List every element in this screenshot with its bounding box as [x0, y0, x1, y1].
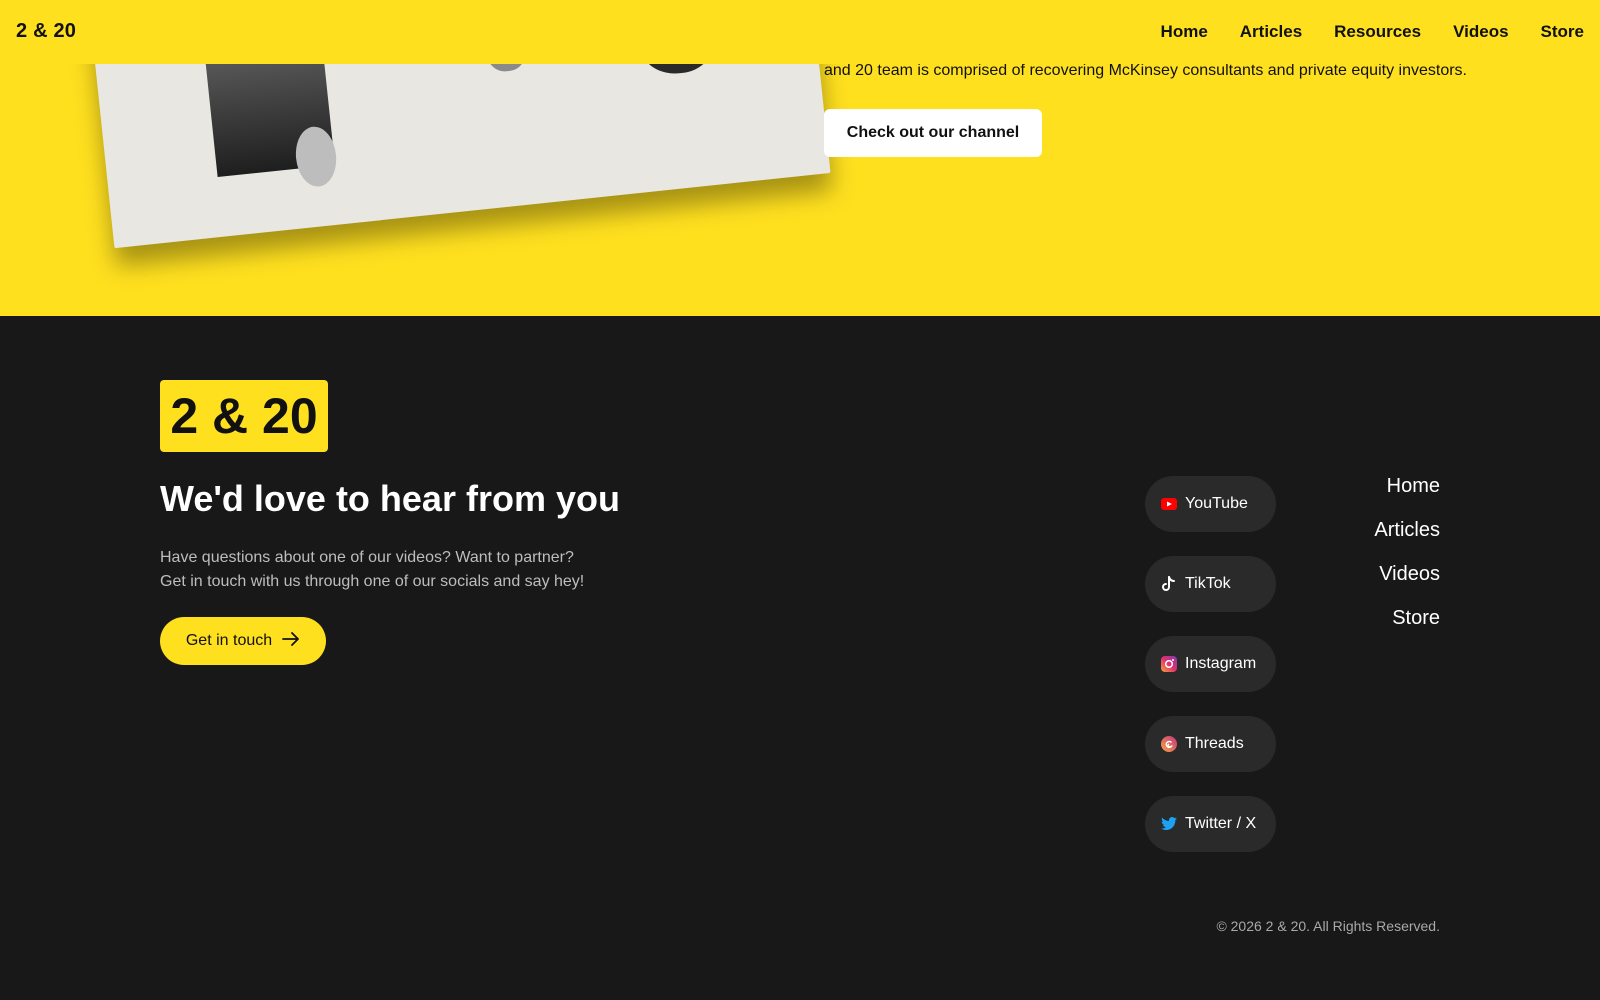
continent-shape	[293, 124, 340, 189]
nav-resources-link[interactable]: Resources	[1334, 22, 1421, 42]
nav-links: Home Articles Resources Videos Store	[1129, 22, 1584, 42]
threads-label: Threads	[1185, 735, 1244, 752]
footer-description-line: Get in touch with us through one of our …	[160, 573, 585, 590]
footer-description-line: Have questions about one of our videos? …	[160, 549, 574, 566]
twitter-link[interactable]: Twitter / X	[1145, 796, 1276, 852]
footer-description: Have questions about one of our videos? …	[160, 546, 584, 594]
get-in-touch-label: Get in touch	[185, 632, 273, 649]
get-in-touch-button[interactable]: Get in touch	[160, 617, 326, 665]
copyright-text: © 2026 2 & 20. All Rights Reserved.	[1216, 918, 1440, 934]
nav-store-link[interactable]: Store	[1541, 22, 1584, 42]
footer-navigation: Home Articles Videos Store	[1374, 474, 1440, 650]
social-links: YouTube TikTok Instagram Threads Twitter…	[1145, 476, 1276, 852]
instagram-label: Instagram	[1185, 655, 1257, 672]
footer-videos-link[interactable]: Videos	[1374, 562, 1440, 587]
youtube-label: YouTube	[1185, 495, 1248, 512]
nav-articles-link[interactable]: Articles	[1240, 22, 1302, 42]
instagram-icon	[1161, 656, 1177, 672]
nav-videos-link[interactable]: Videos	[1453, 22, 1508, 42]
twitter-label: Twitter / X	[1185, 815, 1257, 832]
footer-logo: 2 & 20	[160, 380, 328, 452]
footer-store-link[interactable]: Store	[1374, 606, 1440, 631]
tiktok-icon	[1161, 576, 1177, 592]
hero-description: and 20 team is comprised of recovering M…	[824, 62, 1467, 79]
instagram-link[interactable]: Instagram	[1145, 636, 1276, 692]
footer-section: 2 & 20 We'd love to hear from you Have q…	[0, 316, 1600, 1000]
youtube-link[interactable]: YouTube	[1145, 476, 1276, 532]
top-navigation: 2 & 20 Home Articles Resources Videos St…	[0, 0, 1600, 64]
arrow-right-icon	[282, 631, 300, 651]
footer-home-link[interactable]: Home	[1374, 474, 1440, 499]
tiktok-label: TikTok	[1185, 575, 1231, 592]
footer-articles-link[interactable]: Articles	[1374, 518, 1440, 543]
youtube-icon	[1161, 496, 1177, 512]
nav-home-link[interactable]: Home	[1161, 22, 1208, 42]
tiktok-link[interactable]: TikTok	[1145, 556, 1276, 612]
brand-logo[interactable]: 2 & 20	[16, 20, 76, 43]
check-out-channel-button[interactable]: Check out our channel	[824, 109, 1042, 157]
twitter-icon	[1161, 816, 1177, 832]
footer-headline: We'd love to hear from you	[160, 478, 620, 519]
threads-link[interactable]: Threads	[1145, 716, 1276, 772]
threads-icon	[1161, 736, 1177, 752]
